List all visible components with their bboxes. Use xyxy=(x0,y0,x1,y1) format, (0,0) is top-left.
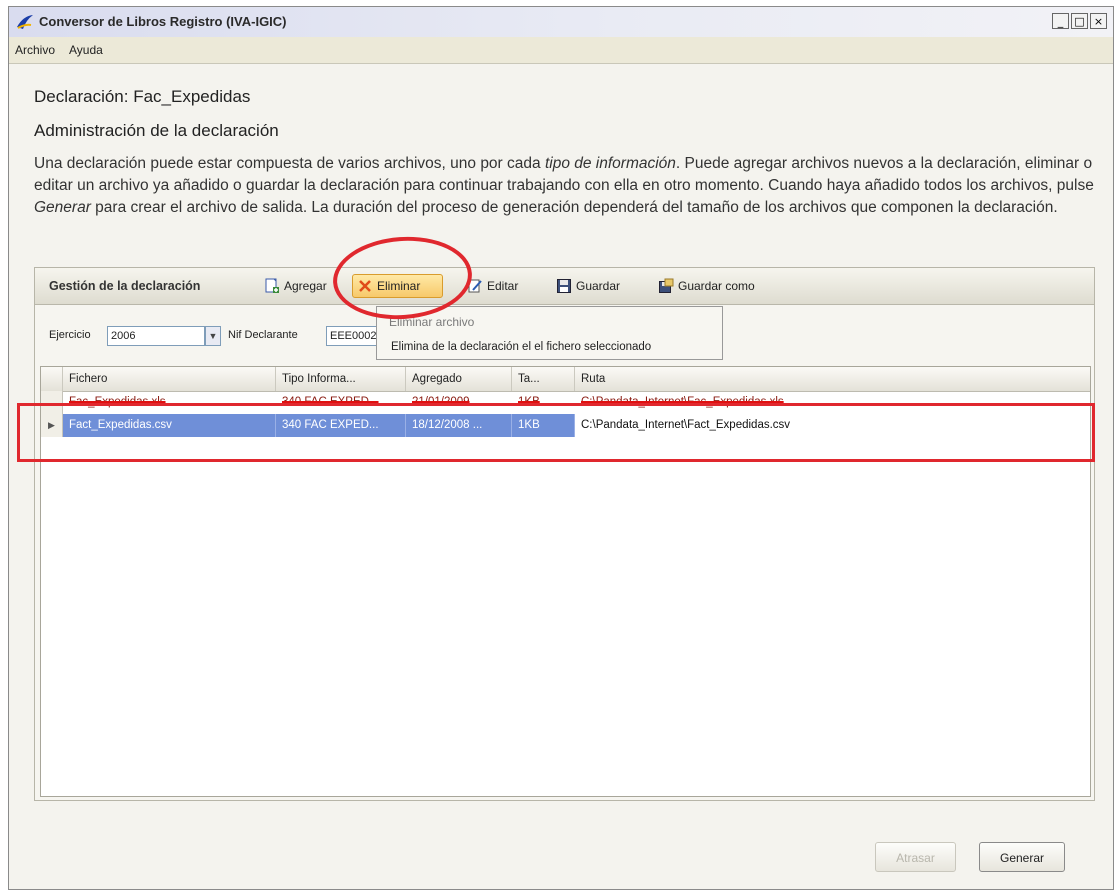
description-text: Una declaración puede estar compuesta de… xyxy=(34,155,1094,216)
generate-button[interactable]: Generar xyxy=(979,842,1065,872)
highlight-box xyxy=(17,403,1095,462)
save-button[interactable]: Guardar xyxy=(552,274,624,298)
close-button[interactable]: × xyxy=(1090,13,1107,29)
dropdown-arrow-icon[interactable]: ▼ xyxy=(205,326,221,346)
back-button[interactable]: Atrasar xyxy=(875,842,956,872)
col-tipo[interactable]: Tipo Informa... xyxy=(276,367,406,391)
save-as-button[interactable]: Guardar como xyxy=(654,274,759,298)
add-document-icon xyxy=(265,278,279,293)
col-ruta[interactable]: Ruta xyxy=(575,367,1090,391)
menu-ayuda[interactable]: Ayuda xyxy=(69,43,103,57)
col-tamano[interactable]: Ta... xyxy=(512,367,575,391)
minimize-button[interactable]: _ xyxy=(1052,13,1069,29)
toolbar-label: Gestión de la declaración xyxy=(49,279,201,293)
ejercicio-label: Ejercicio xyxy=(49,329,91,341)
add-button-label: Agregar xyxy=(284,279,327,293)
maximize-button[interactable]: □ xyxy=(1071,13,1088,29)
row-header-corner xyxy=(41,367,63,391)
grid-header: Fichero Tipo Informa... Agregado Ta... R… xyxy=(41,367,1090,392)
menu-archivo[interactable]: Archivo xyxy=(15,43,55,57)
window-title: Conversor de Libros Registro (IVA-IGIC) xyxy=(39,14,287,29)
add-button[interactable]: Agregar xyxy=(260,274,331,298)
edit-button-label: Editar xyxy=(487,279,519,293)
menu-bar: Archivo Ayuda xyxy=(9,37,1113,63)
save-button-label: Guardar xyxy=(576,279,621,293)
window-controls: _ □ × xyxy=(1052,13,1107,29)
title-bar[interactable]: Conversor de Libros Registro (IVA-IGIC) … xyxy=(9,7,1113,38)
col-fichero[interactable]: Fichero xyxy=(63,367,276,391)
save-as-icon xyxy=(659,278,674,293)
col-agregado[interactable]: Agregado xyxy=(406,367,512,391)
section-title: Administración de la declaración xyxy=(34,121,279,140)
declaration-title: Declaración: Fac_Expedidas xyxy=(34,87,251,106)
nif-label: Nif Declarante xyxy=(228,329,298,341)
ejercicio-field[interactable] xyxy=(107,326,205,346)
tooltip-body: Elimina de la declaración el el fichero … xyxy=(391,341,652,353)
save-icon xyxy=(557,279,571,293)
toolbar: Gestión de la declaración Agregar Elimin… xyxy=(35,268,1094,305)
save-as-button-label: Guardar como xyxy=(678,279,755,293)
edit-button[interactable]: Editar xyxy=(463,274,522,298)
main-content: Declaración: Fac_Expedidas Administració… xyxy=(9,63,1113,889)
app-icon xyxy=(17,15,33,29)
